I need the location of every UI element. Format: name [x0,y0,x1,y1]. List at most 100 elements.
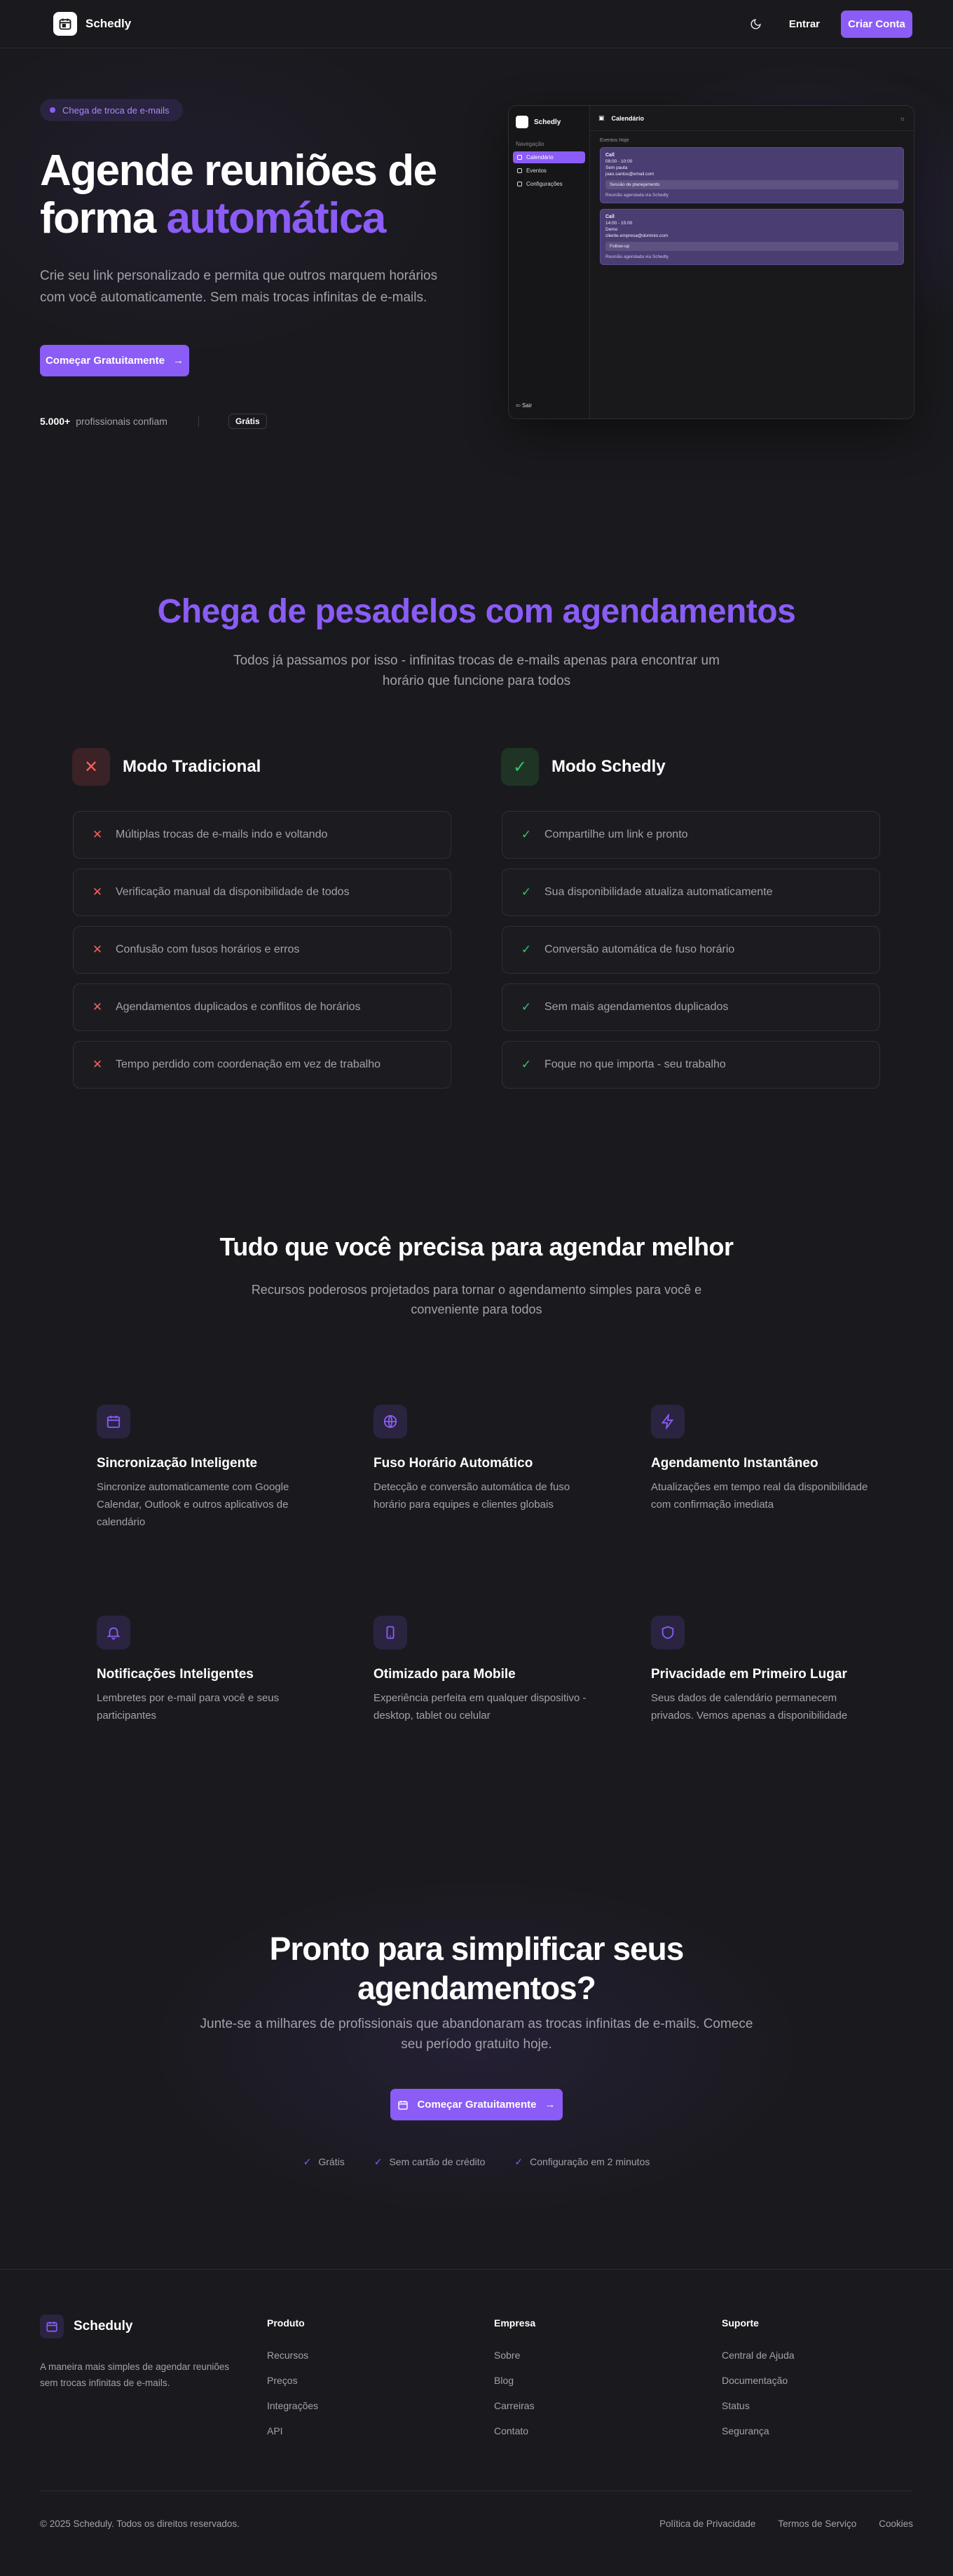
footer-legal-link[interactable]: Cookies [879,2519,913,2529]
footer-link[interactable]: Status [722,2400,795,2411]
feature-title: Privacidade em Primeiro Lugar [651,1667,847,1682]
traditional-item: ✕ Tempo perdido com coordenação em vez de… [73,1041,451,1089]
gear-icon [517,182,522,186]
traditional-item: ✕ Verificação manual da disponibilidade d… [73,868,451,916]
footer-link[interactable]: Sobre [494,2350,535,2361]
footer-brand[interactable]: Scheduly [40,2315,132,2338]
feature-title: Otimizado para Mobile [373,1667,516,1682]
footer-legal-link[interactable]: Política de Privacidade [659,2519,755,2529]
hero-pill: Chega de troca de e-mails [40,99,184,121]
app-topbar: ▣ Calendário ☼ [590,106,914,131]
footer-link[interactable]: API [267,2425,318,2437]
event-sub: Follow-up [605,242,898,251]
lightning-icon [651,1405,685,1438]
cta-check-label: Configuração em 2 minutos [530,2156,650,2167]
check-icon: ✓ [501,748,539,786]
hero-title-line1: Agende reuniões de [40,146,437,195]
footer-link[interactable]: Contato [494,2425,535,2437]
schedly-item: ✓ Compartilhe um link e pronto [502,811,880,859]
app-brand: Schedly [509,106,589,138]
cta-title: Pronto para simplificar seus agendamento… [0,1929,953,2008]
cta-button-label: Começar Gratuitamente [417,2099,537,2111]
feature-card: Privacidade em Primeiro Lugar Seus dados… [651,1616,875,1724]
arrow-right-icon: → [173,355,184,367]
footer-link[interactable]: Segurança [722,2425,795,2437]
check-icon: ✓ [521,1000,532,1014]
feature-card: Notificações Inteligentes Lembretes por … [97,1616,321,1724]
traditional-item-label: Tempo perdido com coordenação em vez de … [116,1058,380,1070]
app-preview: Schedly Navegação Calendário Eventos Con… [508,105,914,419]
feature-desc: Atualizações em tempo real da disponibil… [651,1481,868,1511]
problem-subtitle: Todos já passamos por isso - infinitas t… [233,653,720,688]
x-icon: ✕ [92,943,103,956]
traditional-item-label: Múltiplas trocas de e-mails indo e volta… [116,829,328,840]
hero-title-accent: automática [166,194,386,243]
hero-pill-label: Chega de troca de e-mails [62,104,170,116]
schedly-header: ✓ Modo Schedly [501,748,666,786]
x-icon: ✕ [92,1000,103,1014]
app-nav-events: Eventos [513,165,585,177]
traditional-title: Modo Tradicional [123,757,261,776]
event-line: Sem pauta [605,165,628,170]
moon-icon[interactable] [744,12,768,36]
check-icon: ✓ [514,2156,523,2167]
app-sidebar: Schedly Navegação Calendário Eventos Con… [509,106,590,418]
footer-column-company: Empresa Sobre Blog Carreiras Contato [494,2317,535,2451]
traditional-item-label: Confusão com fusos horários e erros [116,943,300,955]
pill-dot-icon [50,107,55,113]
brand-name[interactable]: Schedly [85,17,131,31]
footer-link[interactable]: Recursos [267,2350,318,2361]
features-title: Tudo que você precisa para agendar melho… [219,1232,734,1261]
free-badge: Grátis [228,414,267,429]
arrow-right-icon: → [544,2099,556,2111]
event-title: Call [605,214,615,219]
app-main: ▣ Calendário ☼ Eventos Hoje Call 09:00 -… [590,106,914,418]
footer-legal-links: Política de Privacidade Termos de Serviç… [659,2519,913,2529]
calendar-logo-icon[interactable] [53,12,77,36]
footer-link[interactable]: Preços [267,2375,318,2386]
cta-check-item: ✓ Configuração em 2 minutos [514,2156,650,2168]
check-icon: ✓ [521,943,532,956]
app-nav-label: Eventos [526,168,547,174]
feature-title: Fuso Horário Automático [373,1456,533,1471]
footer-link[interactable]: Integrações [267,2400,318,2411]
feature-title: Agendamento Instantâneo [651,1456,818,1471]
footer-legal-link[interactable]: Termos de Serviço [778,2519,856,2529]
cta-check-item: ✓ Grátis [303,2156,345,2168]
footer-link[interactable]: Documentação [722,2375,795,2386]
footer-link[interactable]: Central de Ajuda [722,2350,795,2361]
schedly-item-label: Foque no que importa - seu trabalho [544,1058,726,1070]
footer-copyright: © 2025 Scheduly. Todos os direitos reser… [40,2519,240,2529]
problem-title: Chega de pesadelos com agendamentos [157,593,796,630]
globe-icon [373,1405,407,1438]
feature-desc: Detecção e conversão automática de fuso … [373,1481,570,1511]
check-icon: ✓ [521,885,532,899]
hero-cta-button[interactable]: Começar Gratuitamente → [40,345,189,376]
signup-button[interactable]: Criar Conta [841,10,912,38]
cta-check-label: Grátis [318,2156,345,2167]
cta-check-item: ✓ Sem cartão de crédito [374,2156,486,2168]
footer-link[interactable]: Blog [494,2375,535,2386]
cta-subtitle: Junte-se a milhares de profissionais que… [200,2017,753,2052]
footer-link[interactable]: Carreiras [494,2400,535,2411]
check-icon: ✓ [373,2156,383,2167]
app-nav-calendar: Calendário [513,151,585,163]
stat-value: 5.000+ [40,416,71,427]
traditional-item-label: Verificação manual da disponibilidade de… [116,886,350,898]
x-icon: ✕ [92,1058,103,1071]
feature-desc: Sincronize automaticamente com Google Ca… [97,1481,289,1528]
event-line: cliente.empresa@dominio.com [605,233,669,238]
features-subtitle: Recursos poderosos projetados para torna… [251,1283,702,1316]
cta-button[interactable]: Começar Gratuitamente → [390,2089,563,2120]
hero-stats: 5.000+ profissionais confiam Grátis [40,414,267,429]
app-event-card: Call 14:00 - 15:00 Demo cliente.empresa@… [600,209,904,265]
app-logo-icon [516,116,528,128]
x-icon: ✕ [72,748,110,786]
login-link[interactable]: Entrar [789,18,820,30]
event-sub: Sessão de planejamento [605,180,898,189]
check-icon: ✓ [521,1058,532,1071]
schedly-item: ✓ Sem mais agendamentos duplicados [502,983,880,1031]
check-icon: ✓ [303,2156,312,2167]
feature-card: Agendamento Instantâneo Atualizações em … [651,1405,875,1513]
stat-divider [198,416,199,427]
